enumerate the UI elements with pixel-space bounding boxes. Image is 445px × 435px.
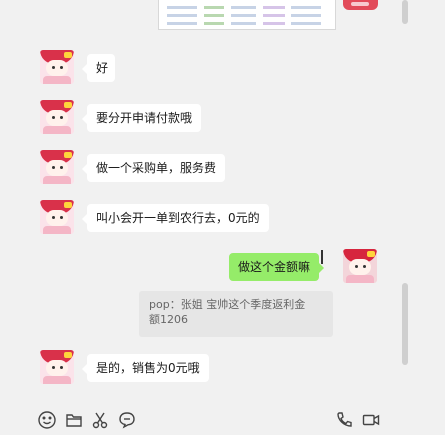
avatar[interactable]: [40, 150, 74, 184]
message-text: 好: [96, 61, 109, 75]
scrollbar-thumb[interactable]: [402, 283, 408, 365]
avatar[interactable]: [40, 350, 74, 384]
scrollbar-thumb-top[interactable]: [402, 0, 408, 24]
avatar[interactable]: [40, 100, 74, 134]
video-icon[interactable]: [361, 410, 381, 430]
chat-bubble-icon[interactable]: [117, 410, 137, 430]
chat-message-area[interactable]: 好 要分开申请付款哦 做一个采购单，服务费 叫小会开一单到农行去，0元的 做这个…: [0, 0, 445, 395]
scissors-icon[interactable]: [90, 410, 110, 430]
quoted-message[interactable]: pop：张姐 宝帅这个季度返利金 额1206: [139, 291, 333, 337]
sticker-image[interactable]: [343, 0, 378, 10]
quote-line: pop：张姐 宝帅这个季度返利金: [149, 298, 306, 311]
avatar[interactable]: [40, 200, 74, 234]
message-bubble[interactable]: 要分开申请付款哦: [81, 104, 202, 132]
phone-icon[interactable]: [334, 410, 354, 430]
message-text: 做一个采购单，服务费: [96, 161, 217, 175]
message-text: 做这个金额嘛: [238, 260, 311, 274]
my-message-bubble[interactable]: 做这个金额嘛: [229, 253, 325, 281]
emoji-icon[interactable]: [37, 410, 57, 430]
message-bubble[interactable]: 做一个采购单，服务费: [81, 154, 226, 182]
message-bubble[interactable]: 叫小会开一单到农行去，0元的: [82, 204, 269, 232]
avatar[interactable]: [40, 50, 74, 84]
message-text: 要分开申请付款哦: [96, 111, 193, 125]
message-text: 叫小会开一单到农行去，0元的: [96, 211, 260, 225]
message-text: 是的，销售为0元哦: [96, 361, 200, 375]
quote-line: 额1206: [149, 313, 188, 326]
folder-icon[interactable]: [64, 410, 84, 430]
shared-image-preview[interactable]: [158, 0, 336, 30]
input-toolbar: [0, 400, 445, 435]
message-bubble[interactable]: 是的，销售为0元哦: [82, 354, 209, 382]
message-bubble[interactable]: 好: [82, 54, 115, 82]
text-cursor: [321, 250, 323, 264]
my-avatar[interactable]: [343, 249, 377, 283]
